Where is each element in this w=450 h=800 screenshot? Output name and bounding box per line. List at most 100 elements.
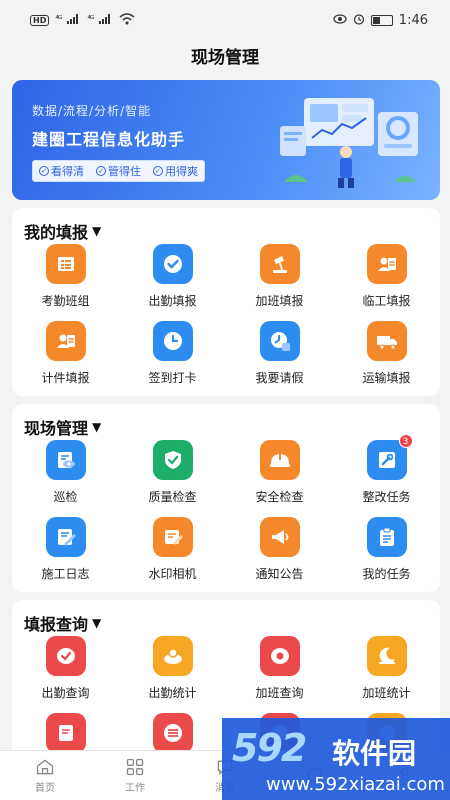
menu-item-label: 通知公告 xyxy=(255,567,304,581)
menu-item-leave-request[interactable]: 我要请假 xyxy=(226,321,333,398)
status-bar: HD ⁴ᴳ ⁴ᴳ 1:46 xyxy=(0,0,450,40)
section-title: 我的填报 xyxy=(24,223,89,242)
check-small-icon: ✓ xyxy=(153,166,163,176)
wifi-icon xyxy=(119,12,135,28)
shield-check-icon xyxy=(152,440,193,480)
section-header[interactable]: 我的填报 ▼ xyxy=(12,208,440,244)
hd-indicator: HD xyxy=(30,14,50,26)
banner-chip: ✓ 看得清 xyxy=(33,161,90,181)
caret-down-icon: ▼ xyxy=(92,616,102,630)
tab-label: 工作 xyxy=(125,783,145,794)
tab-label: 首页 xyxy=(35,783,55,794)
banner-title: 建圈工程信息化助手 xyxy=(32,130,186,149)
menu-item-label: 施工日志 xyxy=(41,567,90,581)
desk-lamp-icon xyxy=(259,244,300,284)
check-small-icon: ✓ xyxy=(96,166,106,176)
site-watermark: 592 软件园 www.592xiazai.com xyxy=(222,718,450,800)
banner-chip: ✓ 用得爽 xyxy=(147,161,204,181)
menu-item-construction-log[interactable]: 施工日志 xyxy=(12,517,119,594)
menu-item-overtime-report[interactable]: 加班填报 xyxy=(226,244,333,321)
watermark-url: www.592xiazai.com xyxy=(266,774,445,795)
menu-item-label: 运输填报 xyxy=(362,371,411,385)
menu-item-label: 我的任务 xyxy=(362,567,411,581)
alarm-icon xyxy=(353,13,365,28)
megaphone-icon xyxy=(259,517,300,557)
banner-chip: ✓ 管得住 xyxy=(90,161,147,181)
log-pen-icon xyxy=(45,517,86,557)
menu-grid: 考勤班组 出勤填报 加班填报 临工填报 计件填报 签到打卡 我要请假 运输填报 xyxy=(12,244,440,398)
menu-grid: 巡检 质量检查 安全检查 3 整改任务 施工日志 水印相机 通知公告 我的任务 xyxy=(12,434,440,594)
status-right: 1:46 xyxy=(333,13,428,28)
tab-home[interactable]: 首页 xyxy=(0,751,90,800)
menu-item-label: 加班填报 xyxy=(255,294,304,308)
piece-card-icon xyxy=(45,321,86,361)
menu-item-overtime-stats[interactable]: 加班统计 xyxy=(333,636,440,713)
menu-item-label: 安全检查 xyxy=(255,490,304,504)
menu-item-attendance-query[interactable]: 出勤查询 xyxy=(12,636,119,713)
menu-item-quality-check[interactable]: 质量检查 xyxy=(119,440,226,517)
truck-icon xyxy=(366,321,407,361)
menu-item-label: 水印相机 xyxy=(148,567,197,581)
watermark-text: 软件园 xyxy=(332,737,417,770)
menu-item-rectification-task[interactable]: 3 整改任务 xyxy=(333,434,440,517)
menu-item-watermark-camera[interactable]: 水印相机 xyxy=(119,517,226,594)
menu-item-label: 加班查询 xyxy=(255,686,304,700)
check-small-icon: ✓ xyxy=(39,166,49,176)
status-time: 1:46 xyxy=(398,12,428,28)
roster-icon xyxy=(45,244,86,284)
doc-query-icon xyxy=(45,713,86,753)
section-header[interactable]: 现场管理 ▼ xyxy=(12,404,440,440)
section-site-management: 现场管理 ▼ 巡检 质量检查 安全检查 3 整改任务 施工日志 水印相机 通知公… xyxy=(12,404,440,592)
menu-item-label: 计件填报 xyxy=(41,371,90,385)
helmet-icon xyxy=(259,440,300,480)
caret-down-icon: ▼ xyxy=(92,420,102,434)
home-icon xyxy=(36,759,54,775)
menu-item-patrol[interactable]: 巡检 xyxy=(12,440,119,517)
menu-item-label: 整改任务 xyxy=(362,490,411,504)
promo-banner[interactable]: 数据/流程/分析/智能 建圈工程信息化助手 ✓ 看得清 ✓ 管得住 ✓ 用得爽 xyxy=(12,80,440,200)
clock-icon xyxy=(152,321,193,361)
menu-item-transport-report[interactable]: 运输填报 xyxy=(333,321,440,398)
menu-item-label: 签到打卡 xyxy=(148,371,197,385)
overtime-query-icon xyxy=(259,636,300,676)
signal-icon: ⁴ᴳ xyxy=(55,15,62,25)
stamp-camera-icon xyxy=(152,517,193,557)
worker-card-icon xyxy=(366,244,407,284)
watermark-logo: 592 xyxy=(232,726,307,770)
menu-item-label: 我要请假 xyxy=(255,371,304,385)
menu-item-piecework-report[interactable]: 计件填报 xyxy=(12,321,119,398)
menu-item-label: 巡检 xyxy=(53,490,78,504)
menu-item-overtime-query[interactable]: 加班查询 xyxy=(226,636,333,713)
notification-badge: 3 xyxy=(398,434,413,448)
menu-item-label: 出勤填报 xyxy=(148,294,197,308)
menu-item-label: 临工填报 xyxy=(362,294,411,308)
menu-item-label: 质量检查 xyxy=(148,490,197,504)
signal-icon-2: ⁴ᴳ xyxy=(87,15,94,25)
dashboard-illustration-icon xyxy=(280,98,418,188)
section-header[interactable]: 填报查询 ▼ xyxy=(12,600,440,636)
grid-icon xyxy=(126,758,144,776)
check-circle-icon xyxy=(152,244,193,284)
menu-item-attendance-stats[interactable]: 出勤统计 xyxy=(119,636,226,713)
inspect-eye-icon xyxy=(45,440,86,480)
tab-work[interactable]: 工作 xyxy=(90,751,180,800)
menu-item-label: 出勤查询 xyxy=(41,686,90,700)
menu-item-safety-check[interactable]: 安全检查 xyxy=(226,440,333,517)
eye-icon xyxy=(333,13,347,27)
menu-item-my-tasks[interactable]: 我的任务 xyxy=(333,517,440,594)
menu-item-attendance-team[interactable]: 考勤班组 xyxy=(12,244,119,321)
menu-item-notice[interactable]: 通知公告 xyxy=(226,517,333,594)
attendance-query-icon xyxy=(45,636,86,676)
clipboard-icon xyxy=(366,517,407,557)
battery-icon xyxy=(370,14,393,26)
menu-item-attendance-report[interactable]: 出勤填报 xyxy=(119,244,226,321)
menu-item-label: 考勤班组 xyxy=(41,294,90,308)
caret-down-icon: ▼ xyxy=(92,224,102,238)
status-left: HD ⁴ᴳ ⁴ᴳ xyxy=(30,12,135,28)
menu-item-check-in[interactable]: 签到打卡 xyxy=(119,321,226,398)
banner-subtitle: 数据/流程/分析/智能 xyxy=(32,104,152,118)
section-my-reports: 我的填报 ▼ 考勤班组 出勤填报 加班填报 临工填报 计件填报 签到打卡 我要请… xyxy=(12,208,440,396)
menu-item-temp-worker-report[interactable]: 临工填报 xyxy=(333,244,440,321)
signal-bars-icon-2 xyxy=(99,13,113,27)
section-title: 现场管理 xyxy=(24,419,89,438)
